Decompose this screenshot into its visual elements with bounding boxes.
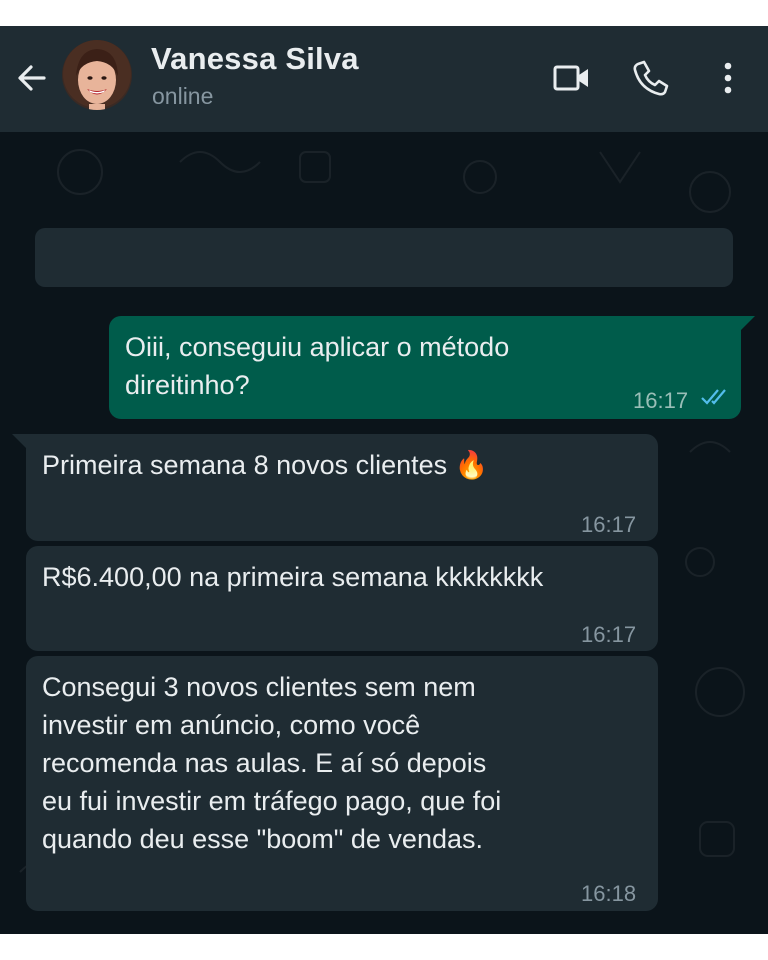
voice-call-icon[interactable] — [629, 56, 673, 100]
video-call-icon[interactable] — [550, 56, 594, 100]
message-bubble-outgoing[interactable]: Oiii, conseguiu aplicar o método direiti… — [109, 316, 755, 419]
contact-photo — [62, 40, 132, 110]
message-bubble-incoming[interactable]: R$6.400,00 na primeira semana kkkkkkkk 1… — [26, 546, 658, 651]
avatar[interactable] — [62, 40, 132, 110]
message-text: Primeira semana 8 novos clientes 🔥 — [42, 450, 489, 480]
contact-status: online — [152, 83, 214, 109]
bottom-margin — [0, 934, 768, 960]
message-time: 16:17 — [581, 622, 637, 647]
date-divider-placeholder — [35, 228, 733, 287]
message-text: Oiii, conseguiu aplicar o método direiti… — [125, 332, 510, 400]
read-receipt-icon — [701, 389, 726, 405]
message-bubble-incoming[interactable]: Consegui 3 novos clientes sem nem invest… — [26, 656, 658, 911]
message-text: Consegui 3 novos clientes sem nem invest… — [42, 672, 502, 854]
more-options-icon[interactable] — [706, 56, 750, 100]
message-list[interactable]: Oiii, conseguiu aplicar o método direiti… — [0, 132, 768, 934]
message-text: R$6.400,00 na primeira semana kkkkkkkk — [42, 562, 544, 592]
message-time: 16:17 — [633, 388, 689, 413]
bubble-tail — [739, 316, 755, 332]
message-bubble-incoming[interactable]: Primeira semana 8 novos clientes 🔥 16:17 — [12, 434, 658, 541]
back-arrow-icon[interactable] — [12, 58, 52, 98]
bubble-tail — [12, 434, 28, 450]
chat-window: Vanessa Silva online Oiii, conseguiu apl… — [0, 26, 768, 934]
message-time: 16:17 — [581, 512, 637, 537]
chat-header: Vanessa Silva online — [0, 26, 768, 132]
message-time: 16:18 — [581, 881, 637, 906]
contact-name[interactable]: Vanessa Silva — [151, 41, 359, 77]
